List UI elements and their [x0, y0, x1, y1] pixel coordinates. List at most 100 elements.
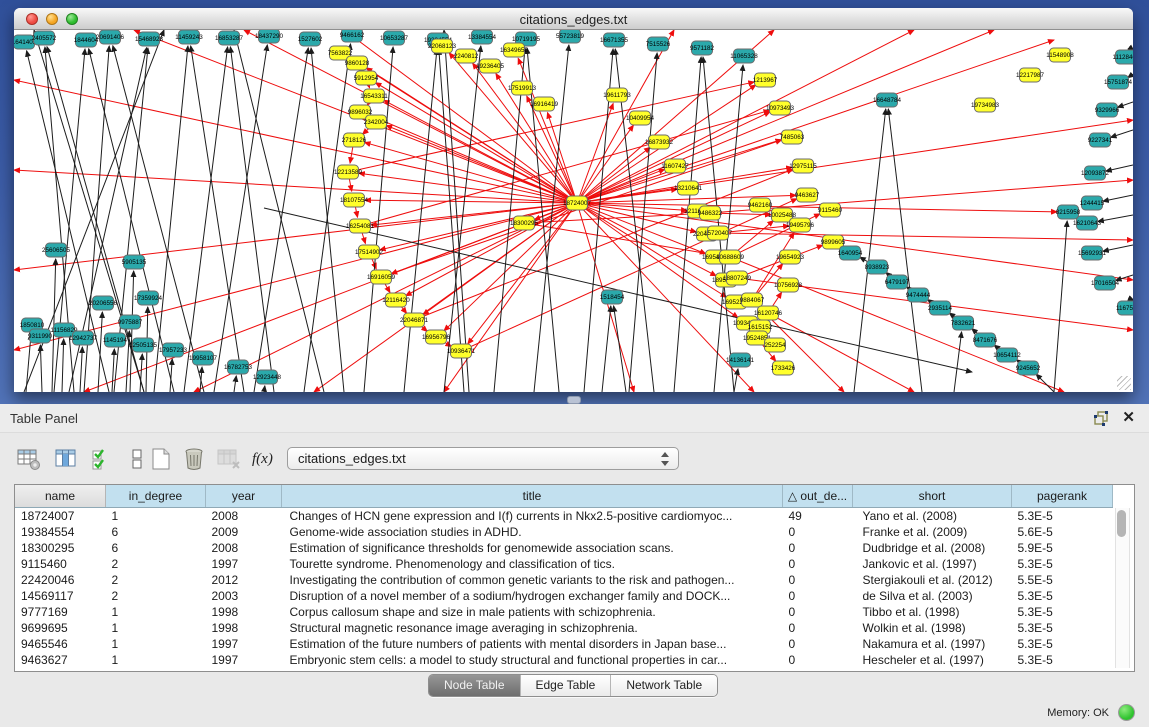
graph-node[interactable]: 8215958 [1056, 205, 1081, 219]
graph-edge[interactable] [1098, 215, 1133, 221]
table-cell[interactable]: 1998 [206, 604, 282, 620]
graph-node[interactable]: 7485063 [780, 130, 805, 144]
graph-edge[interactable] [234, 30, 324, 392]
table-cell[interactable]: Stergiakouli et al. (2012) [853, 572, 1012, 588]
table-cell[interactable]: 1 [106, 636, 206, 652]
graph-node[interactable]: 20206556 [89, 296, 118, 310]
table-cell[interactable]: 1997 [206, 636, 282, 652]
graph-node[interactable]: 12505135 [129, 338, 158, 352]
graph-edge[interactable] [80, 347, 82, 392]
graph-node[interactable]: 12923448 [253, 370, 282, 384]
table-cell[interactable]: 1 [106, 604, 206, 620]
graph-edge[interactable] [954, 332, 962, 392]
graph-node[interactable]: 16956796 [422, 330, 451, 344]
table-cell[interactable]: Tourette syndrome. Phenomenology and cla… [282, 556, 783, 572]
table-cell[interactable]: 2008 [206, 540, 282, 556]
graph-node[interactable]: 16648784 [873, 93, 902, 107]
graph-edge[interactable] [14, 80, 577, 203]
tab-edge-table[interactable]: Edge Table [521, 675, 612, 696]
graph-node[interactable]: 11459243 [175, 30, 203, 44]
delete-table-icon[interactable] [216, 446, 242, 472]
graph-node[interactable]: 19654923 [776, 250, 805, 264]
table-cell[interactable]: 1 [106, 620, 206, 636]
table-cell[interactable]: Genome-wide association studies in ADHD. [282, 524, 783, 540]
graph-node[interactable]: 12116420 [382, 293, 410, 307]
graph-node[interactable]: 9462160 [748, 198, 773, 212]
graph-node[interactable]: 18107554 [340, 193, 369, 207]
graph-edge[interactable] [112, 349, 114, 392]
graph-node[interactable]: 16210643 [1073, 216, 1102, 230]
selection-check-icon[interactable] [90, 446, 116, 472]
graph-node[interactable]: 9466162 [340, 30, 365, 42]
table-cell[interactable]: 5.9E-5 [1012, 540, 1113, 556]
graph-node[interactable]: 10973493 [766, 101, 795, 115]
table-cell[interactable]: 0 [783, 652, 853, 668]
graph-node[interactable]: 9975887 [118, 315, 143, 329]
graph-node[interactable]: 14136141 [726, 353, 755, 367]
graph-node[interactable]: 18807249 [723, 271, 752, 285]
graph-node[interactable]: 9115460 [818, 203, 843, 217]
graph-node[interactable]: 16916059 [367, 270, 396, 284]
table-cell[interactable]: 0 [783, 604, 853, 620]
table-cell[interactable]: 0 [783, 620, 853, 636]
column-header-in_degree[interactable]: in_degree [106, 485, 206, 508]
graph-edge[interactable] [577, 203, 1133, 280]
graph-node[interactable]: 1527602 [298, 32, 323, 46]
graph-node[interactable]: 9474444 [906, 288, 931, 302]
table-row[interactable]: 946554611997Estimation of the future num… [15, 636, 1113, 652]
table-cell[interactable]: 1997 [206, 652, 282, 668]
graph-node[interactable]: 9884067 [740, 293, 765, 307]
table-cell[interactable]: 0 [783, 588, 853, 604]
panel-splitter-handle[interactable] [567, 396, 581, 404]
table-cell[interactable]: Tibbo et al. (1998) [853, 604, 1012, 620]
graph-node[interactable]: 22068123 [428, 39, 457, 53]
table-cell[interactable]: 18300295 [15, 540, 106, 556]
graph-node[interactable]: 11607427 [661, 159, 689, 173]
network-window-titlebar[interactable]: citations_edges.txt [14, 8, 1133, 30]
table-row[interactable]: 2242004622012Investigating the contribut… [15, 572, 1113, 588]
graph-node[interactable]: 16916419 [530, 97, 559, 111]
graph-node[interactable]: 7515526 [646, 37, 671, 51]
table-cell[interactable]: Yano et al. (2008) [853, 508, 1012, 525]
graph-edge[interactable] [1118, 102, 1133, 107]
column-header-out_de[interactable]: △ out_de... [783, 485, 853, 508]
column-visibility-icon[interactable] [53, 446, 79, 472]
table-cell[interactable]: Corpus callosum shape and size in male p… [282, 604, 783, 620]
graph-node[interactable]: 10688609 [716, 250, 745, 264]
table-cell[interactable]: 0 [783, 636, 853, 652]
table-cell[interactable]: Nakamura et al. (1997) [853, 636, 1012, 652]
graph-node[interactable]: 18437290 [255, 30, 284, 43]
table-cell[interactable]: 6 [106, 524, 206, 540]
graph-node[interactable]: 16254081 [346, 219, 375, 233]
graph-node[interactable]: 19734983 [971, 98, 1000, 112]
table-row[interactable]: 977716911998Corpus callosum shape and si… [15, 604, 1113, 620]
graph-node[interactable]: 10756928 [774, 278, 803, 292]
graph-node[interactable]: 15720407 [704, 226, 733, 240]
table-row[interactable]: 911546021997Tourette syndrome. Phenomeno… [15, 556, 1113, 572]
table-cell[interactable]: 49 [783, 508, 853, 525]
graph-edge[interactable] [264, 386, 265, 392]
row-height-icon[interactable] [124, 446, 150, 472]
table-cell[interactable]: 2 [106, 588, 206, 604]
table-cell[interactable]: 0 [783, 540, 853, 556]
table-cell[interactable]: Jankovic et al. (1997) [853, 556, 1012, 572]
graph-node[interactable]: 19958107 [189, 351, 218, 365]
graph-edge[interactable] [359, 173, 577, 203]
graph-node[interactable]: 19495796 [786, 218, 815, 232]
graph-node[interactable]: 13210641 [674, 181, 703, 195]
column-header-short[interactable]: short [853, 485, 1012, 508]
table-cell[interactable]: 9465546 [15, 636, 106, 652]
graph-node[interactable]: 12942737 [69, 331, 98, 345]
table-cell[interactable]: Franke et al. (2009) [853, 524, 1012, 540]
table-cell[interactable]: 5.3E-5 [1012, 652, 1113, 668]
graph-node[interactable]: 252254 [764, 338, 786, 352]
table-row[interactable]: 969969511998Structural magnetic resonanc… [15, 620, 1113, 636]
table-cell[interactable]: 18724007 [15, 508, 106, 525]
table-cell[interactable]: Wolkin et al. (1998) [853, 620, 1012, 636]
graph-node[interactable]: 2240812 [454, 49, 479, 63]
graph-node[interactable]: 17957233 [159, 343, 188, 357]
graph-node[interactable]: 19611793 [603, 88, 631, 102]
network-canvas[interactable]: 1641405240557218446042069140615468923114… [14, 30, 1133, 392]
graph-node[interactable]: 16671355 [600, 33, 629, 47]
graph-node[interactable]: 10654112 [993, 348, 1021, 362]
